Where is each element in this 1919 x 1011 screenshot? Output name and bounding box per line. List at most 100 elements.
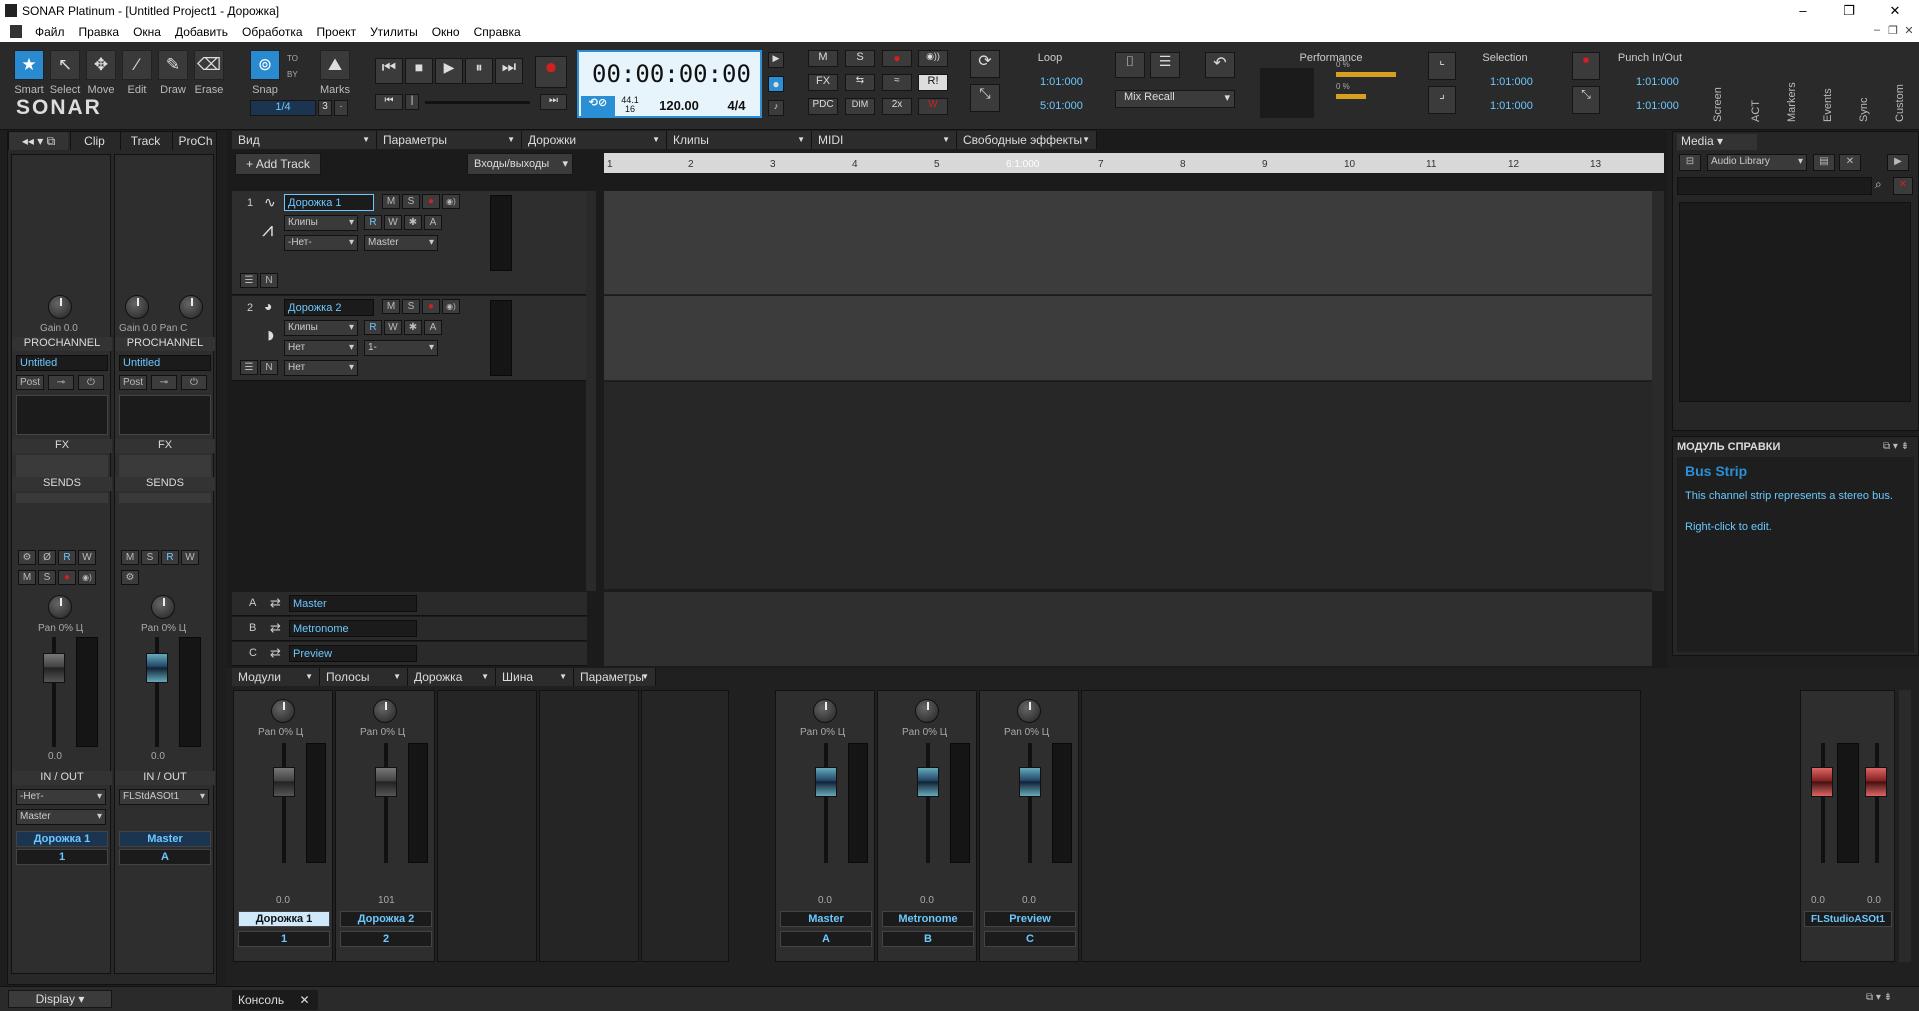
module-screen[interactable]: Screen: [1712, 62, 1724, 122]
selection-end-button[interactable]: ⌟: [1428, 86, 1456, 114]
arm-button[interactable]: ●: [58, 570, 76, 585]
write-button[interactable]: W: [78, 550, 96, 565]
delete-icon[interactable]: ✕: [1839, 154, 1861, 171]
disable-write-button[interactable]: W: [918, 98, 948, 115]
track-name[interactable]: Дорожка 1: [284, 194, 374, 211]
global-fx-button[interactable]: FX: [808, 74, 838, 91]
automation-lane-icon[interactable]: N: [260, 360, 278, 375]
dim-button[interactable]: DIM: [845, 98, 875, 115]
prochannel-preset[interactable]: Untitled: [16, 355, 108, 371]
write-button[interactable]: W: [384, 215, 402, 230]
channel-name[interactable]: Дорожка 2: [340, 911, 432, 927]
io-dropdown[interactable]: Входы/выходы ▾: [467, 153, 573, 175]
pause-button[interactable]: ⏸: [465, 58, 493, 84]
play-button[interactable]: ▶: [435, 58, 463, 84]
close-button[interactable]: ✕: [1872, 0, 1918, 22]
volume-fader[interactable]: [375, 767, 397, 797]
inspector-nav-buttons[interactable]: ◂◂ ▾ ⧉: [8, 132, 68, 150]
menu-insert[interactable]: Добавить: [168, 22, 235, 42]
auto-punch-button[interactable]: ●: [768, 76, 784, 92]
tool-draw[interactable]: ✎ Draw: [156, 50, 190, 96]
input-dropdown[interactable]: FLStdASOt1: [119, 789, 209, 805]
pan-knob[interactable]: [151, 595, 175, 619]
eq-icon[interactable]: ⊸: [151, 375, 177, 390]
archive-button[interactable]: A: [424, 215, 442, 230]
channel-dropdown[interactable]: Нет: [284, 360, 358, 376]
global-solo-button[interactable]: S: [845, 50, 875, 67]
volume-fader[interactable]: [43, 653, 65, 683]
console-menu-track[interactable]: Дорожка ▼: [408, 668, 496, 686]
menu-help[interactable]: Справка: [467, 22, 528, 42]
sends-bin[interactable]: [119, 493, 211, 503]
pan-knob[interactable]: [179, 295, 203, 319]
input-dropdown[interactable]: Нет: [284, 340, 358, 356]
pan-knob[interactable]: [271, 699, 295, 723]
minimize-button[interactable]: –: [1780, 0, 1826, 22]
pdc-button[interactable]: PDC: [808, 98, 838, 115]
freeze-icon[interactable]: ✱: [404, 320, 422, 335]
go-to-end-button[interactable]: ⏭: [540, 94, 567, 110]
mute-button[interactable]: M: [18, 570, 36, 585]
clear-search-icon[interactable]: ✕: [1893, 177, 1913, 195]
selection-end[interactable]: 1:01:000: [1490, 100, 1533, 112]
strip-name[interactable]: Дорожка 1: [16, 831, 108, 847]
global-echo-button[interactable]: ◉)): [918, 50, 948, 67]
pan-knob[interactable]: [915, 699, 939, 723]
transport-mode-icons[interactable]: ⟲⊘: [581, 96, 615, 116]
help-pin-icon[interactable]: ⧉ ▾ ⇟: [1883, 441, 1909, 452]
power-icon[interactable]: ⏻: [78, 375, 104, 390]
selection-start-button[interactable]: ⌞: [1428, 52, 1456, 80]
bus-name[interactable]: Preview: [289, 645, 417, 662]
input-echo-button[interactable]: ◉): [78, 570, 96, 585]
punch-set-button[interactable]: ⤡: [1572, 86, 1600, 114]
mix-recall-dropdown[interactable]: Mix Recall ▾: [1115, 90, 1235, 108]
clips-dropdown[interactable]: Клипы: [284, 215, 358, 231]
loop-set-button[interactable]: ⤡: [970, 84, 1000, 112]
menu-midi[interactable]: MIDI ▼: [812, 131, 957, 149]
clips-dropdown[interactable]: Клипы: [284, 320, 358, 336]
read-button[interactable]: R: [364, 215, 382, 230]
menu-file[interactable]: Файл: [28, 22, 72, 42]
module-custom[interactable]: Custom: [1894, 62, 1906, 122]
channel-name[interactable]: Preview: [984, 911, 1076, 927]
global-arm-button[interactable]: ●: [882, 50, 912, 67]
menu-options[interactable]: Параметры ▼: [377, 131, 522, 149]
phase-icon[interactable]: ⚙: [121, 570, 139, 585]
volume-fader-left[interactable]: [1811, 767, 1833, 797]
volume-fader[interactable]: [815, 767, 837, 797]
bus-row-preview[interactable]: C ⇄ Preview: [232, 642, 587, 666]
punch-toggle-button[interactable]: ⏺: [1572, 52, 1600, 80]
camera-icon[interactable]: ⌷: [1115, 52, 1145, 78]
eq-display[interactable]: [16, 395, 108, 435]
loop-start[interactable]: 1:01:000: [1040, 76, 1083, 88]
power-icon[interactable]: ⏻: [181, 375, 207, 390]
global-mute-button[interactable]: M: [808, 50, 838, 67]
sends-bin[interactable]: [16, 493, 108, 503]
console-scrollbar[interactable]: [1899, 690, 1911, 962]
post-button[interactable]: Post: [119, 375, 147, 390]
bus-name[interactable]: Master: [289, 595, 417, 612]
tab-clip[interactable]: Clip: [70, 132, 118, 150]
lanes-icon[interactable]: ☰: [240, 273, 258, 288]
display-dropdown[interactable]: Display ▾: [8, 990, 112, 1008]
menu-tracks[interactable]: Дорожки ▼: [522, 131, 667, 149]
snap-small-value[interactable]: 3: [318, 100, 332, 116]
post-button[interactable]: Post: [16, 375, 44, 390]
read-all-button[interactable]: R!: [918, 74, 948, 91]
hardware-output-name[interactable]: FLStudioASOt1: [1804, 911, 1892, 927]
track-header-1[interactable]: 1 ∿ Дорожка 1 M S ● ◉) ⩘ Клипы R W ✱ A -…: [232, 191, 587, 295]
fast-forward-button[interactable]: ⏭: [495, 58, 523, 84]
empty-track-area[interactable]: [604, 382, 1652, 589]
menu-utilities[interactable]: Утилиты: [363, 22, 425, 42]
tab-console[interactable]: Консоль ✕: [232, 990, 318, 1010]
volume-fader[interactable]: [917, 767, 939, 797]
module-act[interactable]: ACT: [1750, 62, 1762, 122]
media-library-dropdown[interactable]: Audio Library: [1707, 154, 1807, 171]
selection-start[interactable]: 1:01:000: [1490, 76, 1533, 88]
stop-button[interactable]: ■: [405, 58, 433, 84]
gain-knob[interactable]: [48, 295, 72, 319]
go-to-start-button[interactable]: ⏮: [375, 94, 403, 110]
record-button[interactable]: ⏺: [535, 56, 567, 88]
console-menu-bus[interactable]: Шина ▼: [496, 668, 574, 686]
media-list[interactable]: [1679, 202, 1911, 402]
